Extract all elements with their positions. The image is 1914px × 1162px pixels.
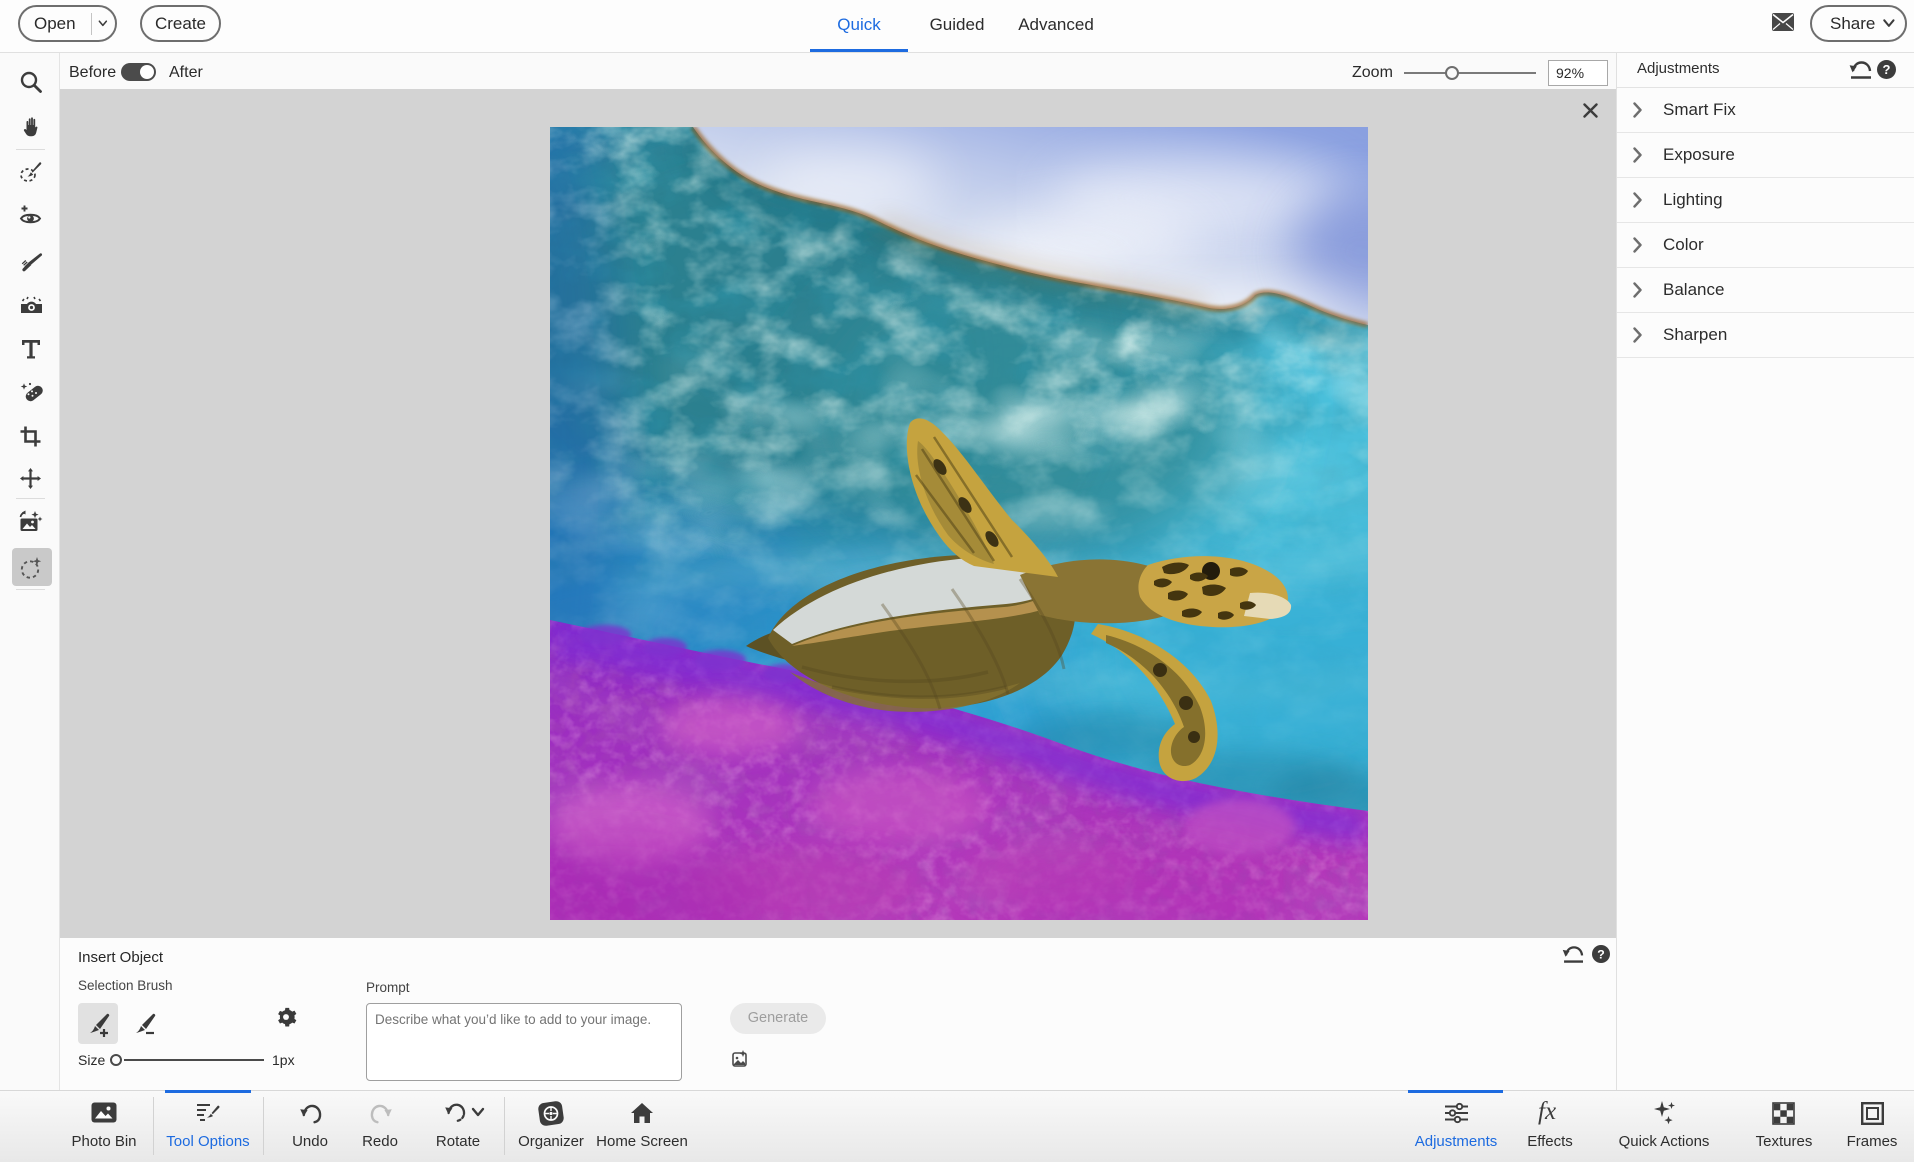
- svg-text:?: ?: [1597, 947, 1605, 961]
- svg-text:?: ?: [1883, 62, 1891, 77]
